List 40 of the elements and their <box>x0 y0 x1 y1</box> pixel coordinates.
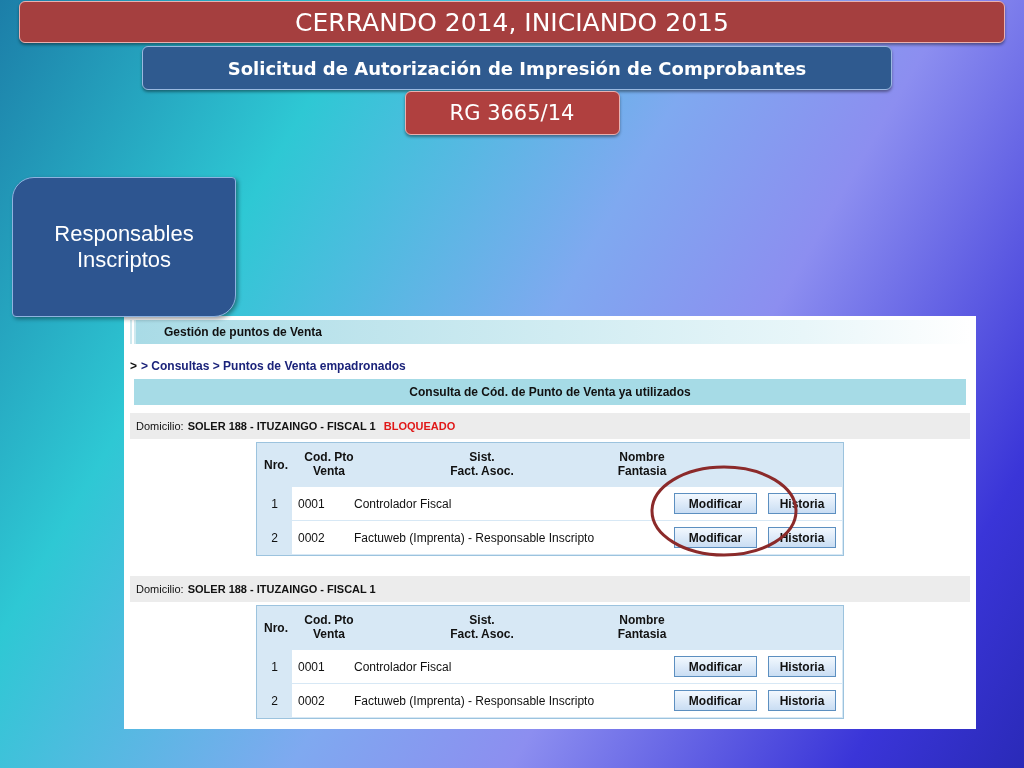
table-cell-text: Controlador Fiscal <box>354 495 453 513</box>
history-button[interactable]: Historia <box>768 656 836 677</box>
column-header: Nro. <box>263 620 289 637</box>
table-cell-text: 0002 <box>297 529 326 547</box>
table-cell-text: 0001 <box>297 658 326 676</box>
column-header: Sist. Fact. Asoc. <box>449 612 515 643</box>
column-header: Sist. Fact. Asoc. <box>449 449 515 480</box>
address-label: Domicilio: <box>136 420 184 432</box>
column-header: Nro. <box>263 457 289 474</box>
section-title: Consulta de Cód. de Punto de Venta ya utilizados <box>134 379 966 405</box>
breadcrumb[interactable]: > Consultas > Puntos de Venta empadronados <box>141 359 406 373</box>
column-header: Nombre Fantasia <box>616 449 668 480</box>
page-title: Gestión de puntos de Venta <box>164 325 323 339</box>
modify-button[interactable]: Modificar <box>674 690 757 711</box>
breadcrumb-home-link[interactable]: > <box>130 359 137 373</box>
address-value: SOLER 188 - ITUZAINGO - FISCAL 1 <box>187 583 376 595</box>
slide-title: CERRANDO 2014, INICIANDO 2015 <box>19 1 1005 43</box>
table-cell-text: Controlador Fiscal <box>354 658 453 676</box>
modify-button[interactable]: Modificar <box>674 656 757 677</box>
history-button[interactable]: Historia <box>768 527 836 548</box>
category-label: Responsables Inscriptos <box>12 177 236 317</box>
table-cell-text: 1 <box>270 658 279 676</box>
slide-subtitle: Solicitud de Autorización de Impresión de Comprobantes <box>142 46 892 90</box>
column-header: Nombre Fantasia <box>616 612 668 643</box>
reference-label: RG 3665/14 <box>404 91 620 135</box>
column-header: Cod. Pto Venta <box>303 449 355 480</box>
table-cell-text: 2 <box>270 692 279 710</box>
modify-button[interactable]: Modificar <box>674 527 757 548</box>
table-cell-text: 1 <box>270 495 279 513</box>
status-label: BLOQUEADO <box>383 420 456 432</box>
modify-button[interactable]: Modificar <box>674 493 757 514</box>
table-cell-text: 0002 <box>297 692 326 710</box>
table-cell-text: Factuweb (Imprenta) - Responsable Inscripto <box>354 692 596 710</box>
address-value: SOLER 188 - ITUZAINGO - FISCAL 1 <box>187 420 376 432</box>
history-button[interactable]: Historia <box>768 690 836 711</box>
table-cell-text: Factuweb (Imprenta) - Responsable Inscripto <box>354 529 596 547</box>
address-label: Domicilio: <box>136 583 184 595</box>
column-header: Cod. Pto Venta <box>303 612 355 643</box>
table-cell-text: 2 <box>270 529 279 547</box>
table-cell-text: 0001 <box>297 495 326 513</box>
